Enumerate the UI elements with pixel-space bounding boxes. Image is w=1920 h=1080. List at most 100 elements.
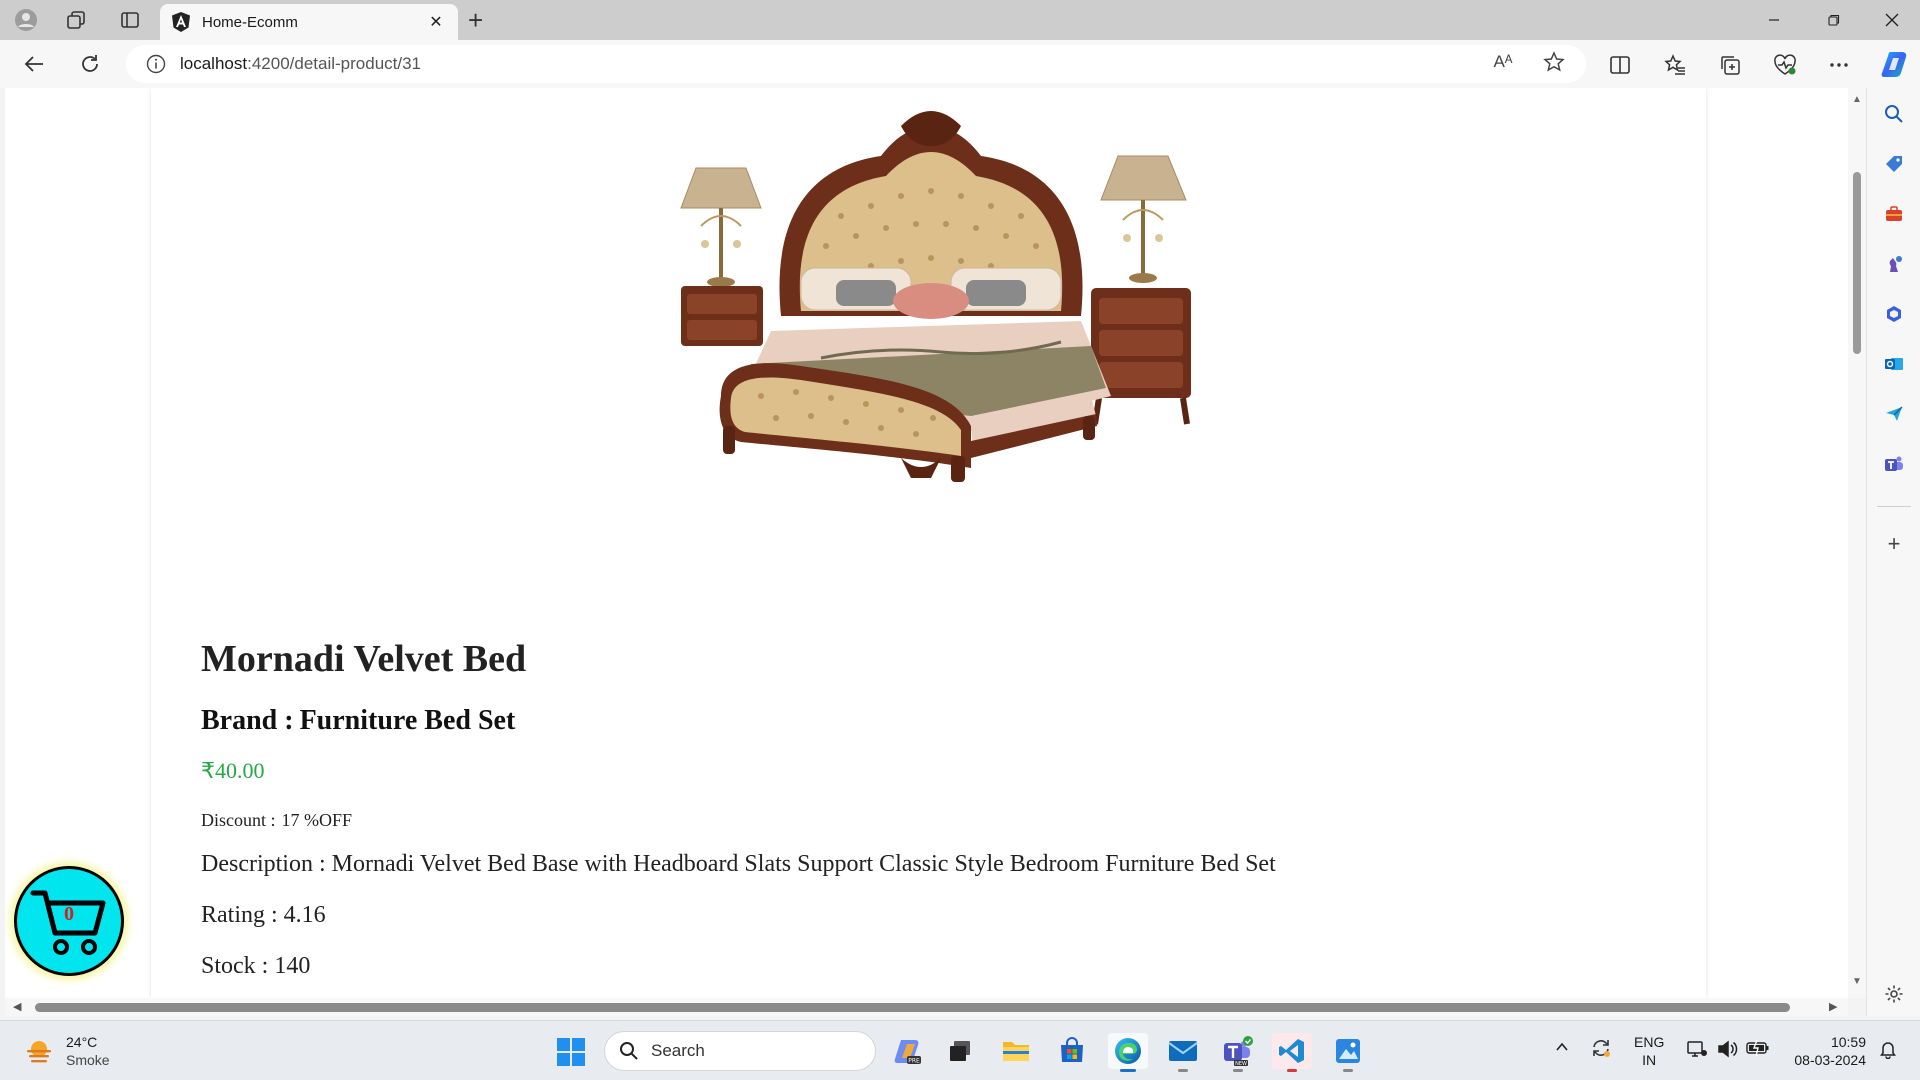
- task-view-icon[interactable]: [940, 1033, 980, 1069]
- cart-button[interactable]: 0: [14, 866, 124, 976]
- brand-value: Furniture Bed Set: [299, 705, 516, 736]
- teams-open-indicator: [1233, 1069, 1243, 1072]
- discount-value: 17 %OFF: [281, 810, 353, 830]
- windows-taskbar: 24°C Smoke Search PRE NEW ENG IN 10:59 0…: [0, 1020, 1920, 1080]
- favorite-star-icon[interactable]: [1541, 49, 1567, 75]
- microsoft-store-icon[interactable]: [1052, 1033, 1092, 1069]
- tab-title: Home-Ecomm: [202, 13, 298, 31]
- sidebar-divider: [1877, 506, 1911, 507]
- language-bottom: IN: [1642, 1052, 1657, 1068]
- browser-essentials-icon[interactable]: [1772, 52, 1798, 78]
- shopping-tag-icon[interactable]: [1882, 152, 1906, 176]
- file-explorer-icon[interactable]: [996, 1033, 1036, 1069]
- mail-icon[interactable]: [1163, 1033, 1203, 1072]
- clock-date: 08-03-2024: [1794, 1052, 1866, 1068]
- scroll-right-icon[interactable]: ▶: [1829, 1000, 1837, 1013]
- weather-temp: 24°C: [66, 1034, 98, 1050]
- mail-open-indicator: [1178, 1069, 1188, 1072]
- show-hidden-icons-chevron-icon[interactable]: [1554, 1039, 1570, 1058]
- volume-icon[interactable]: [1716, 1039, 1738, 1062]
- site-info-icon[interactable]: [146, 54, 166, 74]
- collections-icon[interactable]: [1717, 52, 1743, 78]
- svg-text:NEW: NEW: [1235, 1061, 1247, 1067]
- language-top: ENG: [1634, 1034, 1665, 1050]
- browser-toolbar: localhost:4200/detail-product/31 Aᴬ: [0, 40, 1920, 88]
- copilot-icon[interactable]: [1880, 48, 1912, 80]
- brand-label: Brand :: [201, 705, 294, 736]
- page-viewport: Mornadi Velvet Bed Brand : Furniture Bed …: [5, 88, 1848, 998]
- games-icon[interactable]: [1882, 252, 1906, 276]
- tools-icon[interactable]: [1882, 202, 1906, 226]
- teams-new-icon[interactable]: NEW: [1218, 1033, 1258, 1072]
- vertical-scroll-thumb[interactable]: [1853, 172, 1861, 354]
- angular-favicon-icon: [172, 12, 190, 32]
- product-rating: Rating :4.16: [201, 902, 1276, 929]
- edge-browser-icon[interactable]: [1108, 1033, 1148, 1072]
- browser-tab-strip: Home-Ecomm ✕ +: [0, 0, 1920, 40]
- product-detail-card: Mornadi Velvet Bed Brand : Furniture Bed …: [151, 88, 1706, 998]
- settings-gear-icon[interactable]: [1882, 982, 1906, 1006]
- refresh-icon[interactable]: [76, 50, 104, 78]
- send-drop-icon[interactable]: [1882, 402, 1906, 426]
- weather-widget[interactable]: 24°C Smoke: [24, 1033, 110, 1069]
- horizontal-scroll-thumb[interactable]: [35, 1003, 1790, 1012]
- vscode-icon[interactable]: [1272, 1033, 1312, 1072]
- discount-label: Discount :: [201, 810, 276, 830]
- restore-icon[interactable]: [1806, 4, 1862, 36]
- add-icon[interactable]: +: [1882, 531, 1906, 556]
- network-icon[interactable]: [1686, 1039, 1708, 1062]
- stock-value: 140: [274, 953, 311, 979]
- read-aloud-icon[interactable]: Aᴬ: [1490, 49, 1516, 75]
- product-description: Description : Mornadi Velvet Bed Base wit…: [201, 851, 1276, 878]
- close-tab-icon[interactable]: ✕: [426, 12, 446, 32]
- teams-icon[interactable]: [1882, 452, 1906, 476]
- rating-value: 4.16: [283, 902, 326, 928]
- battery-icon[interactable]: [1746, 1039, 1770, 1060]
- scroll-left-icon[interactable]: ◀: [13, 1000, 21, 1013]
- scroll-up-icon[interactable]: ▲: [1852, 94, 1862, 105]
- url-path: :4200/detail-product/31: [247, 54, 422, 73]
- windows-start-icon[interactable]: [556, 1037, 586, 1067]
- taskbar-search[interactable]: Search: [604, 1031, 876, 1071]
- vertical-scrollbar[interactable]: ▲ ▼: [1848, 88, 1866, 998]
- split-screen-icon[interactable]: [1607, 52, 1633, 78]
- cart-count: 0: [64, 903, 74, 925]
- close-window-icon[interactable]: [1864, 4, 1920, 36]
- horizontal-scrollbar[interactable]: ◀ ▶: [5, 998, 1848, 1016]
- product-title: Mornadi Velvet Bed: [201, 638, 527, 680]
- favorites-icon[interactable]: [1662, 52, 1688, 78]
- rating-label: Rating :: [201, 902, 278, 928]
- workspaces-icon[interactable]: [64, 8, 88, 32]
- weather-desc: Smoke: [66, 1052, 110, 1068]
- sync-icon[interactable]: [1590, 1037, 1612, 1062]
- description-label: Description :: [201, 851, 326, 877]
- outlook-icon[interactable]: [1882, 352, 1906, 376]
- address-bar[interactable]: localhost:4200/detail-product/31: [126, 45, 1586, 83]
- back-icon[interactable]: [20, 50, 48, 78]
- new-tab-icon[interactable]: +: [468, 6, 483, 34]
- taskbar-search-placeholder: Search: [651, 1041, 705, 1060]
- photos-app-icon[interactable]: [1328, 1033, 1368, 1072]
- haze-weather-icon: [27, 1041, 51, 1063]
- more-options-icon[interactable]: [1826, 52, 1852, 78]
- profile-icon[interactable]: [14, 8, 38, 32]
- microsoft-365-icon[interactable]: [1882, 302, 1906, 326]
- system-clock[interactable]: 10:59 08-03-2024: [1786, 1033, 1866, 1069]
- minimize-icon[interactable]: [1746, 4, 1802, 36]
- description-value: Mornadi Velvet Bed Base with Headboard S…: [331, 851, 1276, 877]
- edge-sidebar: +: [1866, 88, 1920, 1016]
- product-info: Mornadi Velvet Bed Brand : Furniture Bed …: [201, 636, 1276, 980]
- search-icon: [620, 1042, 638, 1060]
- url-host: localhost: [180, 54, 248, 73]
- tab-home-ecomm[interactable]: Home-Ecomm ✕: [160, 4, 458, 40]
- language-indicator[interactable]: ENG IN: [1634, 1033, 1664, 1069]
- search-icon[interactable]: [1882, 102, 1906, 126]
- copilot-preview-icon[interactable]: PRE: [888, 1033, 928, 1069]
- scroll-down-icon[interactable]: ▼: [1852, 976, 1862, 987]
- svg-text:PRE: PRE: [908, 1058, 920, 1065]
- notification-bell-icon[interactable]: [1878, 1039, 1898, 1062]
- product-image: [680, 111, 1191, 482]
- product-discount: Discount :17 %OFF: [201, 810, 1276, 831]
- tab-actions-icon[interactable]: [118, 8, 142, 32]
- product-price: ₹40.00: [201, 758, 265, 783]
